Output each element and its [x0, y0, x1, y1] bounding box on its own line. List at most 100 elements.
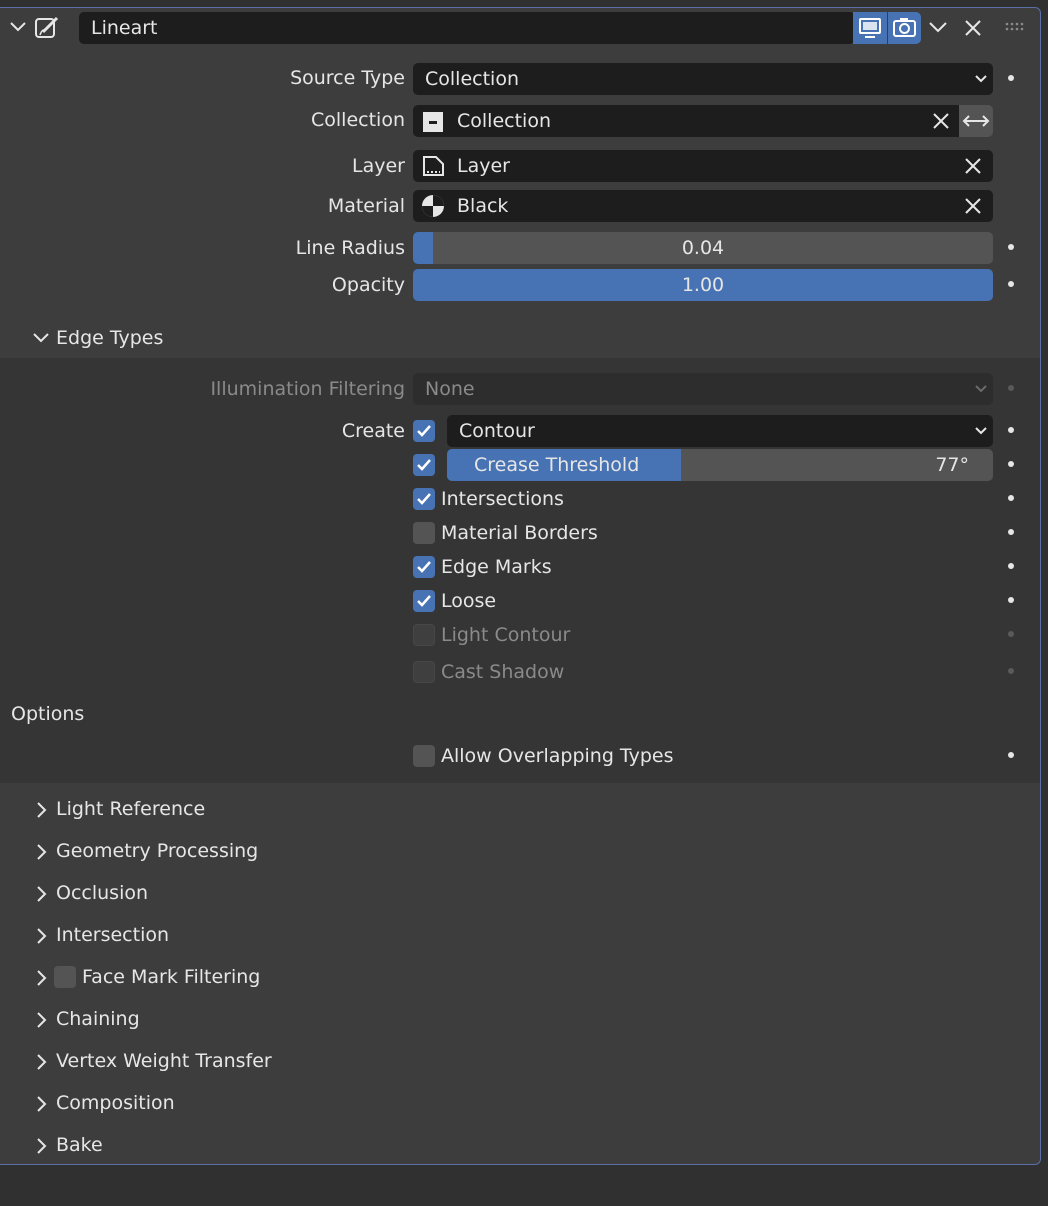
checkmark-icon: [417, 459, 431, 471]
allow-overlapping-checkbox[interactable]: [413, 745, 435, 767]
edge-type-label: Intersections: [441, 488, 564, 510]
swap-button[interactable]: [959, 105, 993, 137]
illumination-label: Illumination Filtering: [210, 378, 405, 400]
source-type-value: Collection: [425, 68, 519, 90]
subpanel-header[interactable]: Face Mark Filtering: [82, 961, 260, 993]
keyframe-dot[interactable]: [1008, 244, 1014, 250]
illumination-value: None: [425, 378, 475, 400]
expand-chevron-icon[interactable]: [35, 969, 47, 987]
collection-box-icon: [423, 112, 443, 132]
subpanel-header[interactable]: Chaining: [56, 1003, 140, 1035]
edge-type-checkbox[interactable]: [413, 556, 435, 578]
checkmark-icon: [417, 425, 431, 437]
crease-checkbox[interactable]: [413, 454, 435, 476]
opacity-slider[interactable]: 1.00: [413, 269, 993, 301]
crease-threshold-value: 77°: [935, 454, 969, 476]
viewport-display-toggle[interactable]: [853, 12, 887, 44]
keyframe-dot[interactable]: [1008, 461, 1014, 467]
material-label: Material: [327, 195, 405, 217]
illumination-dropdown[interactable]: None: [413, 373, 993, 405]
checkmark-icon: [417, 493, 431, 505]
collection-label: Collection: [311, 109, 405, 131]
layer-icon: [423, 156, 444, 176]
chevron-down-icon: [975, 385, 987, 393]
double-arrow-icon: [962, 115, 990, 127]
collection-value: Collection: [457, 110, 551, 132]
render-toggle[interactable]: [888, 12, 921, 44]
keyframe-dot[interactable]: [1008, 495, 1014, 501]
layer-label: Layer: [352, 155, 405, 177]
edge-type-label: Material Borders: [441, 522, 598, 544]
opacity-label: Opacity: [331, 274, 405, 296]
subpanel-header[interactable]: Bake: [56, 1129, 103, 1161]
collapse-chevron-icon[interactable]: [32, 331, 50, 345]
subpanel-checkbox[interactable]: [54, 966, 76, 988]
keyframe-dot[interactable]: [1008, 427, 1014, 433]
line-radius-label: Line Radius: [295, 237, 405, 259]
material-sphere-icon: [422, 195, 444, 217]
layer-field[interactable]: Layer: [413, 150, 993, 182]
keyframe-dot[interactable]: [1008, 752, 1014, 758]
drag-grip-icon[interactable]: [1005, 22, 1027, 32]
grease-pencil-modifier-icon: [35, 16, 59, 38]
expand-chevron-icon[interactable]: [35, 927, 47, 945]
edge-type-checkbox[interactable]: [413, 661, 435, 683]
dropdown-chevron-icon[interactable]: [928, 20, 948, 34]
subpanel-header[interactable]: Geometry Processing: [56, 835, 258, 867]
edge-type-checkbox[interactable]: [413, 522, 435, 544]
edge-type-label: Loose: [441, 590, 497, 612]
checkmark-icon: [417, 595, 431, 607]
material-field[interactable]: Black: [413, 190, 993, 222]
crease-threshold-slider[interactable]: Crease Threshold 77°: [447, 449, 993, 481]
source-type-dropdown[interactable]: Collection: [413, 63, 993, 95]
clear-icon[interactable]: [965, 198, 981, 214]
keyframe-dot[interactable]: [1008, 631, 1014, 637]
contour-checkbox[interactable]: [413, 420, 435, 442]
edge-type-checkbox[interactable]: [413, 590, 435, 612]
source-type-label: Source Type: [290, 67, 405, 89]
subpanel-header[interactable]: Occlusion: [56, 877, 148, 909]
create-label: Create: [341, 420, 405, 442]
keyframe-dot[interactable]: [1008, 385, 1014, 391]
clear-icon[interactable]: [933, 113, 949, 129]
expand-chevron-icon[interactable]: [35, 801, 47, 819]
chevron-down-icon: [975, 427, 987, 435]
edge-type-checkbox[interactable]: [413, 624, 435, 646]
keyframe-dot[interactable]: [1008, 597, 1014, 603]
subpanel-header[interactable]: Intersection: [56, 919, 169, 951]
keyframe-dot[interactable]: [1008, 281, 1014, 287]
keyframe-dot[interactable]: [1008, 75, 1014, 81]
expand-chevron-icon[interactable]: [35, 843, 47, 861]
expand-chevron-icon[interactable]: [35, 1137, 47, 1155]
expand-chevron-icon[interactable]: [35, 1095, 47, 1113]
modifier-name-input[interactable]: Lineart: [79, 12, 855, 44]
layer-value: Layer: [457, 155, 510, 177]
subpanel-header[interactable]: Light Reference: [56, 793, 205, 825]
keyframe-dot[interactable]: [1008, 668, 1014, 674]
opacity-value: 1.00: [681, 274, 725, 296]
line-radius-value: 0.04: [681, 237, 725, 259]
viewport-display-icon: [859, 18, 881, 38]
edge-type-label: Cast Shadow: [441, 661, 565, 683]
subpanel-header[interactable]: Composition: [56, 1087, 175, 1119]
edge-types-title[interactable]: Edge Types: [56, 322, 163, 354]
keyframe-dot[interactable]: [1008, 529, 1014, 535]
slider-fill: [413, 232, 434, 264]
expand-chevron-icon[interactable]: [35, 1011, 47, 1029]
close-icon[interactable]: [963, 18, 983, 38]
checkmark-icon: [417, 561, 431, 573]
collapse-chevron-icon[interactable]: [9, 20, 27, 34]
contour-dropdown[interactable]: Contour: [447, 415, 993, 447]
clear-icon[interactable]: [965, 158, 981, 174]
keyframe-dot[interactable]: [1008, 563, 1014, 569]
collection-field[interactable]: Collection: [413, 105, 959, 137]
material-value: Black: [457, 195, 509, 217]
line-radius-slider[interactable]: 0.04: [413, 232, 993, 264]
expand-chevron-icon[interactable]: [35, 1053, 47, 1071]
crease-threshold-label: Crease Threshold: [474, 454, 640, 476]
edge-type-checkbox[interactable]: [413, 488, 435, 510]
subpanel-header[interactable]: Vertex Weight Transfer: [56, 1045, 272, 1077]
expand-chevron-icon[interactable]: [35, 885, 47, 903]
allow-overlapping-label: Allow Overlapping Types: [441, 745, 674, 767]
edge-type-label: Light Contour: [441, 624, 571, 646]
